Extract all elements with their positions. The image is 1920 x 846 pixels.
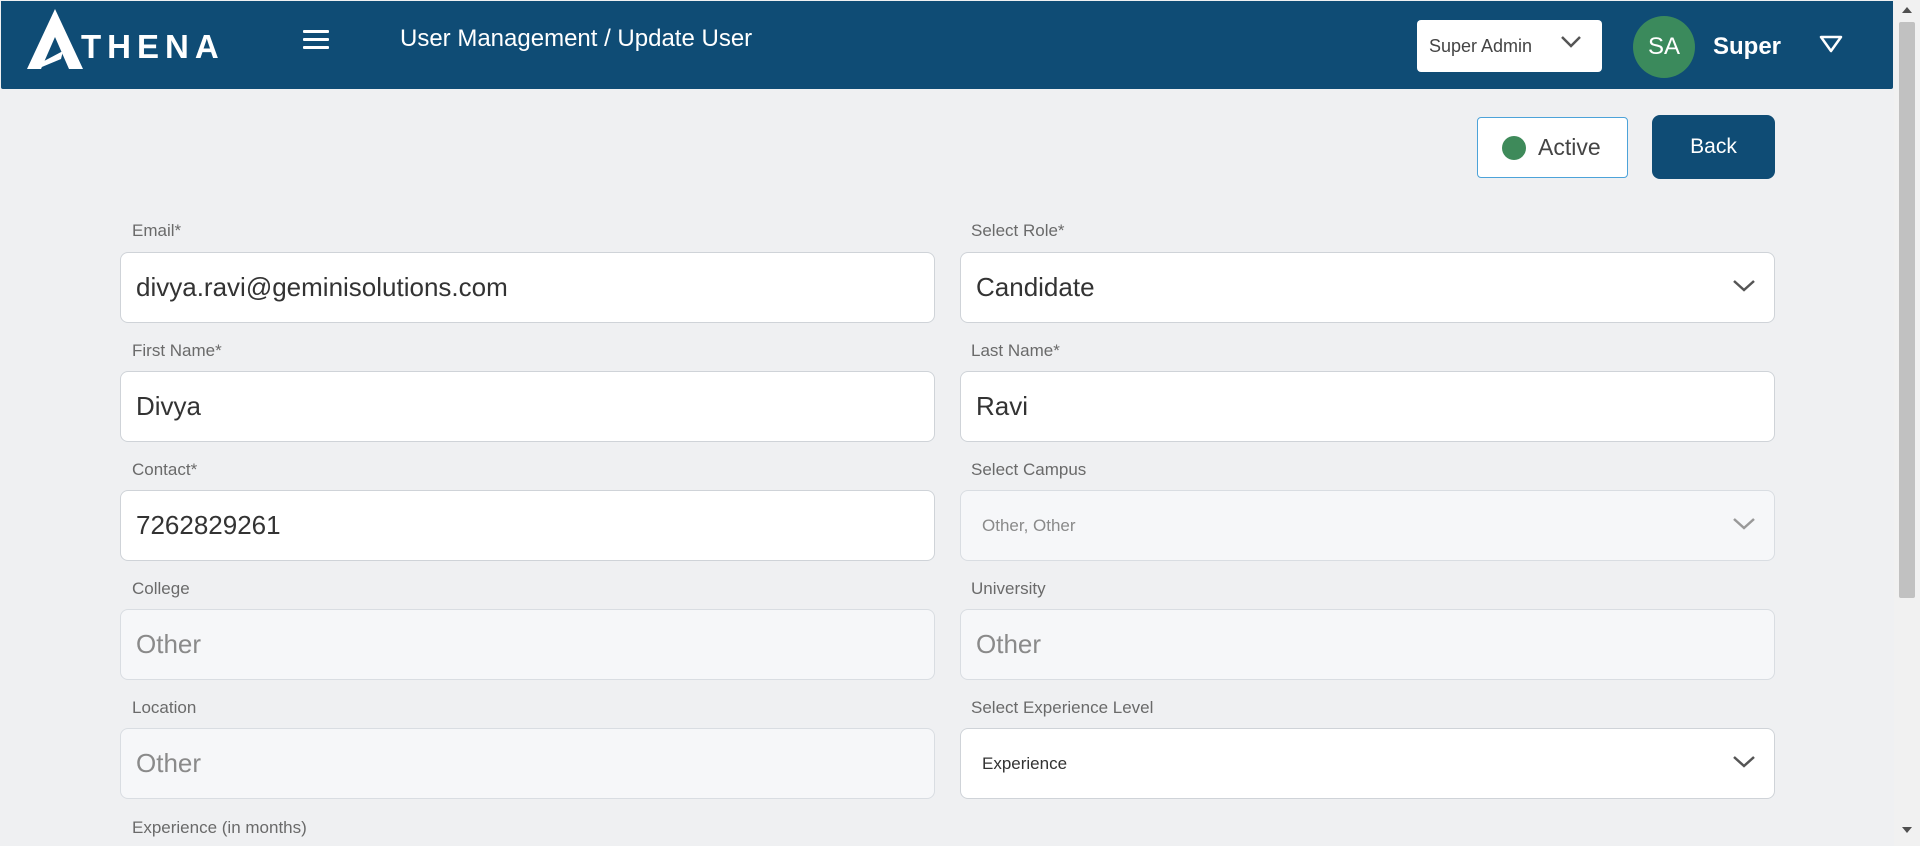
- back-button[interactable]: Back: [1652, 115, 1775, 179]
- user-name[interactable]: Super: [1713, 33, 1781, 61]
- experience-level-label: Select Experience Level: [971, 698, 1154, 717]
- status-toggle-button[interactable]: Active: [1477, 117, 1628, 178]
- scroll-up-icon[interactable]: [1901, 6, 1913, 14]
- location-field[interactable]: Other: [120, 728, 935, 799]
- campus-label: Select Campus: [971, 460, 1087, 479]
- contact-field[interactable]: 7262829261: [120, 490, 935, 561]
- college-field[interactable]: Other: [120, 609, 935, 680]
- first-name-label: First Name*: [132, 341, 222, 360]
- university-value: Other: [976, 629, 1042, 659]
- menu-icon[interactable]: [303, 30, 329, 50]
- experience-level-select[interactable]: Experience: [960, 728, 1775, 799]
- first-name-value: Divya: [136, 391, 202, 421]
- email-label: Email*: [132, 221, 182, 240]
- role-switcher-value: Super Admin: [1429, 35, 1533, 56]
- contact-value: 7262829261: [136, 510, 281, 540]
- role-select[interactable]: Candidate: [960, 252, 1775, 323]
- experience-months-label: Experience (in months): [132, 818, 307, 837]
- university-field[interactable]: Other: [960, 609, 1775, 680]
- first-name-field[interactable]: Divya: [120, 371, 935, 442]
- location-label: Location: [132, 698, 197, 717]
- role-label: Select Role*: [971, 221, 1065, 240]
- scrollbar[interactable]: [1894, 0, 1920, 846]
- campus-select[interactable]: Other, Other: [960, 490, 1775, 561]
- logo-a-icon: [27, 9, 83, 69]
- last-name-label: Last Name*: [971, 341, 1060, 360]
- university-label: University: [971, 579, 1046, 598]
- status-label: Active: [1538, 134, 1601, 160]
- breadcrumb: User Management / Update User: [400, 25, 753, 52]
- contact-label: Contact*: [132, 460, 198, 479]
- last-name-value: Ravi: [976, 391, 1029, 421]
- chevron-down-icon: [1733, 756, 1755, 768]
- caret-down-icon[interactable]: [1819, 35, 1843, 53]
- chevron-down-icon: [1561, 36, 1581, 48]
- scrollbar-thumb[interactable]: [1899, 22, 1915, 598]
- role-value: Candidate: [976, 272, 1095, 302]
- avatar[interactable]: SA: [1633, 16, 1695, 78]
- email-value: divya.ravi@geminisolutions.com: [136, 272, 508, 302]
- scroll-down-icon[interactable]: [1901, 826, 1913, 834]
- chevron-down-icon: [1733, 518, 1755, 530]
- experience-level-value: Experience: [982, 753, 1068, 773]
- top-navbar: THENA User Management / Update User Supe…: [1, 1, 1893, 89]
- logo-text: THENA: [81, 28, 225, 65]
- email-field[interactable]: divya.ravi@geminisolutions.com: [120, 252, 935, 323]
- location-value: Other: [136, 748, 202, 778]
- athena-logo[interactable]: THENA: [25, 7, 225, 73]
- college-value: Other: [136, 629, 202, 659]
- role-switcher-dropdown[interactable]: Super Admin: [1417, 20, 1602, 72]
- college-label: College: [132, 579, 190, 598]
- last-name-field[interactable]: Ravi: [960, 371, 1775, 442]
- status-dot-icon: [1502, 135, 1526, 160]
- campus-value: Other, Other: [982, 515, 1076, 535]
- chevron-down-icon: [1733, 280, 1755, 292]
